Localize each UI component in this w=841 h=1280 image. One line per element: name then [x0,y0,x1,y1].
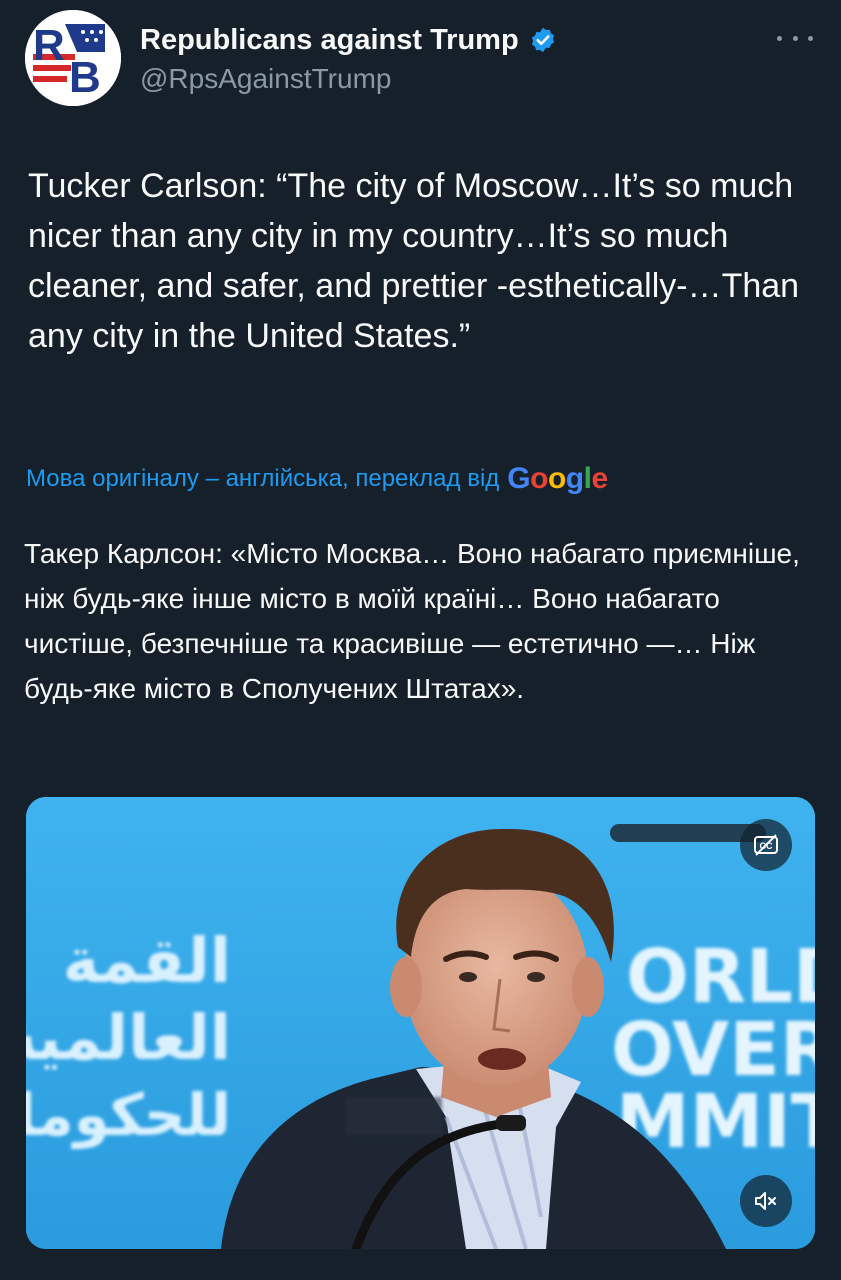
svg-text:B: B [69,53,101,102]
backdrop-text-left: العالمية [26,1001,231,1074]
backdrop-text-left: للحكومات [26,1081,231,1150]
mute-button[interactable] [740,1175,792,1227]
rb-logo-icon: R B [25,10,121,106]
translation-attribution[interactable]: Мова оригіналу – англійська, переклад ві… [26,462,608,496]
author-name[interactable]: Republicans against Trump [140,24,519,57]
redaction-blur [346,1097,442,1135]
translated-text: Такер Карлсон: «Місто Москва… Воно набаг… [24,538,800,704]
video-player[interactable]: القمة العالمية للحكومات ORLD OVERN MMIT [26,797,815,1249]
captions-button[interactable]: CC [740,819,792,871]
more-options-icon[interactable] [777,28,813,48]
avatar[interactable]: R B [25,10,121,106]
speaker-muted-icon [755,1192,776,1210]
translation-note[interactable]: Мова оригіналу – англійська, переклад ві… [26,465,499,493]
closed-captions-off-icon: CC [754,834,778,856]
tweet-text: Tucker Carlson: “The city of Moscow…It’s… [28,167,800,355]
backdrop-text-left: القمة [63,924,231,997]
author-name-row[interactable]: Republicans against Trump [140,22,557,58]
svg-text:R: R [33,21,65,70]
google-logo: Google [507,462,608,495]
verified-badge-icon [531,27,554,53]
author-handle[interactable]: @RpsAgainstTrump [140,63,391,95]
video-frame: القمة العالمية للحكومات ORLD OVERN MMIT [26,797,815,1249]
